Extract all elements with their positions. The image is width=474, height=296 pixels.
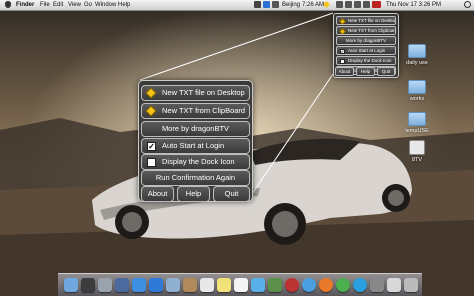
desktop-folder-tempuse[interactable]: tempUSE [397, 112, 437, 134]
run-confirmation-button[interactable]: Run Confirmation Again [141, 170, 250, 186]
wifi-icon[interactable] [345, 1, 352, 8]
display-dock-icon-checkbox[interactable]: Display the Dock Icon [141, 154, 250, 170]
bluetooth-icon[interactable] [336, 1, 343, 8]
finder-icon[interactable] [64, 278, 78, 292]
menu-go[interactable]: Go [84, 0, 92, 10]
about-button-small[interactable]: About [335, 67, 354, 76]
contacts-icon[interactable] [183, 278, 197, 292]
trash-icon[interactable] [404, 278, 418, 292]
world-clock-city: Beijing [282, 2, 301, 8]
itunes-icon[interactable] [302, 278, 316, 292]
mission-control-icon[interactable] [115, 278, 129, 292]
yellow-diamond-icon [145, 105, 157, 117]
launchpad-icon[interactable] [98, 278, 112, 292]
more-by-dragonbtv-button[interactable]: More by dragonBTV [141, 121, 250, 137]
facetime-icon[interactable] [268, 278, 282, 292]
clock[interactable]: Thu Nov 17 3:26 PM [386, 0, 441, 10]
menu-app-name[interactable]: Finder [16, 0, 34, 10]
desktop-app-8tv[interactable]: 8TV [397, 140, 437, 163]
menu-window[interactable]: Window [95, 0, 116, 10]
new-txt-clipboard-button[interactable]: New TXT from Clipboard [336, 26, 396, 35]
auto-start-checkbox[interactable]: ✓ Auto Start at Login [141, 138, 250, 154]
apple-icon[interactable] [5, 1, 11, 8]
desktop: Finder File Edit View Go Window Help Bei… [0, 0, 474, 296]
notes-icon[interactable] [217, 278, 231, 292]
folder-icon [408, 112, 426, 126]
battery-icon[interactable] [363, 1, 370, 8]
messages-icon[interactable] [251, 278, 265, 292]
spotlight-icon[interactable] [464, 1, 471, 8]
system-preferences-icon[interactable] [370, 278, 384, 292]
yellow-diamond-icon [145, 87, 157, 99]
popup-menu-large: New TXT file on Desktop New TXT from Cli… [138, 80, 253, 202]
auto-start-checkbox[interactable]: ✓ Auto Start at Login [336, 46, 396, 55]
menu-help[interactable]: Help [118, 0, 130, 10]
tray-sync-icon[interactable] [272, 1, 279, 8]
menu-view[interactable]: View [68, 0, 81, 10]
checkbox-empty-icon [147, 158, 156, 167]
folder-icon [408, 80, 426, 94]
yellow-diamond-icon [338, 27, 347, 34]
checkmark-icon: ✓ [340, 48, 345, 54]
display-dock-icon-checkbox[interactable]: Display the Dock Icon [336, 56, 396, 65]
app-store-icon[interactable] [132, 278, 146, 292]
world-clock-time[interactable]: 7:26 AM [302, 0, 324, 10]
checkmark-icon: ✓ [147, 142, 156, 151]
help-button-small[interactable]: Help [356, 67, 375, 76]
mail-icon[interactable] [166, 278, 180, 292]
desktop-folder-daily-use[interactable]: daily use [397, 44, 437, 66]
desktop-folder-works[interactable]: works [397, 80, 437, 102]
textedit-icon[interactable] [387, 278, 401, 292]
tray-app-icon[interactable] [254, 1, 261, 8]
safari-icon[interactable] [149, 278, 163, 292]
reminders-icon[interactable] [234, 278, 248, 292]
tray-network-icon[interactable] [263, 1, 270, 8]
chrome-icon[interactable] [336, 278, 350, 292]
flag-icon[interactable] [372, 1, 381, 8]
photo-booth-icon[interactable] [285, 278, 299, 292]
yellow-diamond-icon [338, 17, 347, 24]
firefox-icon[interactable] [319, 278, 333, 292]
folder-icon [408, 44, 426, 58]
new-txt-clipboard-button[interactable]: New TXT from ClipBoard [141, 103, 250, 119]
menu-file[interactable]: File [40, 0, 50, 10]
menu-edit[interactable]: Edit [53, 0, 63, 10]
dashboard-icon[interactable] [81, 278, 95, 292]
skype-icon[interactable] [353, 278, 367, 292]
app-icon [409, 140, 425, 155]
about-button[interactable]: About [141, 186, 174, 202]
help-button[interactable]: Help [177, 186, 210, 202]
txt-app-menubar-icon[interactable] [322, 0, 331, 9]
new-txt-desktop-button[interactable]: New TXT file on Desktop [336, 16, 396, 25]
menu-bar: Finder File Edit View Go Window Help Bei… [0, 0, 474, 11]
quit-button-small[interactable]: Quit [377, 67, 395, 76]
more-by-dragonbtv-button[interactable]: More by dragonBTV [336, 36, 396, 45]
quit-button[interactable]: Quit [213, 186, 250, 202]
dock [58, 273, 422, 296]
volume-icon[interactable] [354, 1, 361, 8]
checkbox-empty-icon [340, 58, 345, 64]
new-txt-desktop-button[interactable]: New TXT file on Desktop [141, 85, 250, 101]
calendar-icon[interactable] [200, 278, 214, 292]
